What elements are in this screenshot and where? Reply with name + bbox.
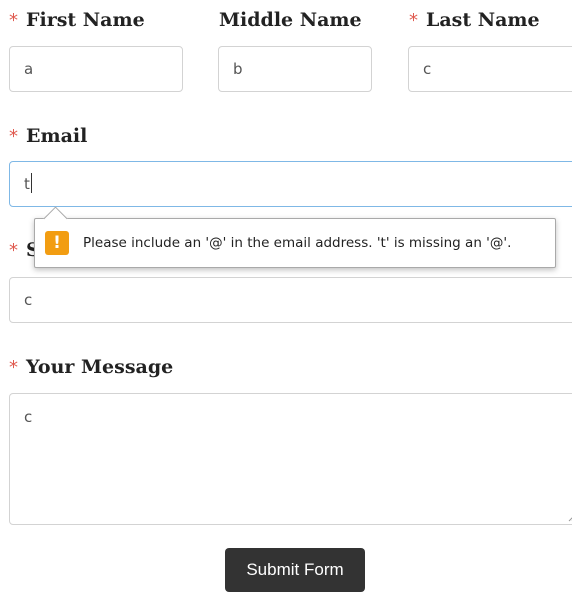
message-label-text: Your Message	[26, 356, 174, 378]
middle-name-value: b	[233, 60, 243, 78]
required-marker: *	[409, 10, 418, 31]
email-label: * Email	[9, 124, 87, 149]
text-caret	[30, 172, 32, 193]
first-name-label-text: First Name	[26, 9, 145, 31]
required-marker: *	[9, 357, 18, 378]
subject-input[interactable]: c	[9, 277, 572, 323]
required-marker: *	[9, 240, 18, 261]
middle-name-label: Middle Name	[219, 8, 362, 32]
tooltip-arrow	[43, 206, 68, 231]
subject-value: c	[24, 291, 33, 309]
submit-form-button[interactable]: Submit Form	[225, 548, 365, 592]
email-label-text: Email	[26, 125, 88, 147]
message-textarea[interactable]: c	[9, 393, 572, 525]
message-label: * Your Message	[9, 355, 173, 380]
resize-grip-icon[interactable]	[568, 514, 572, 522]
email-validation-tooltip: ! Please include an '@' in the email add…	[34, 206, 556, 268]
required-marker: *	[9, 126, 18, 147]
last-name-label: * Last Name	[409, 8, 540, 33]
last-name-value: c	[423, 60, 432, 78]
first-name-value: a	[24, 60, 34, 78]
required-marker: *	[9, 10, 18, 31]
email-value: t	[24, 175, 30, 193]
email-input[interactable]: t	[9, 161, 572, 207]
message-value: c	[24, 408, 33, 426]
warning-icon: !	[45, 231, 69, 255]
first-name-input[interactable]: a	[9, 46, 183, 92]
first-name-label: * First Name	[9, 8, 145, 33]
validation-message: Please include an '@' in the email addre…	[83, 235, 512, 251]
middle-name-input[interactable]: b	[218, 46, 372, 92]
last-name-input[interactable]: c	[408, 46, 572, 92]
last-name-label-text: Last Name	[426, 9, 540, 31]
middle-name-label-text: Middle Name	[219, 9, 362, 31]
